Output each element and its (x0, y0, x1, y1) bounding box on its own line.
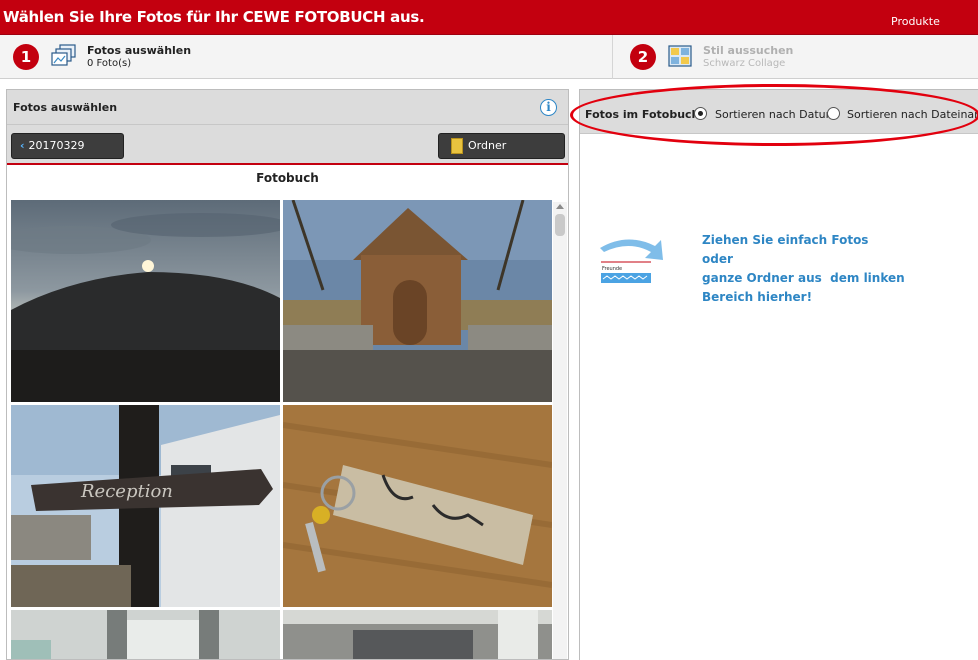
svg-text:Reception: Reception (80, 481, 173, 502)
photo-browser-panel: Fotos auswählen i ‹20170329 Island Ordne… (6, 89, 569, 660)
info-icon[interactable]: i (540, 99, 557, 116)
photo-thumbnail-sunset[interactable] (11, 200, 280, 402)
scroll-up-icon[interactable] (556, 204, 564, 209)
photo-browser-title: Fotos auswählen (13, 101, 118, 114)
sort-by-date-label[interactable]: Sortieren nach Datum (715, 108, 836, 121)
photo-browser-header: Fotos auswählen i (7, 90, 568, 125)
photo-thumbnail-interior[interactable] (283, 610, 552, 660)
step-2-subtitle: Schwarz Collage (703, 58, 786, 69)
app-window: Wählen Sie Ihre Fotos für Ihr CEWE FOTOB… (0, 0, 978, 660)
photo-scrollbar[interactable] (553, 202, 567, 659)
photobook-panel: Fotos im Fotobuch Sortieren nach Datum S… (579, 89, 978, 660)
page-title: Wählen Sie Ihre Fotos für Ihr CEWE FOTOB… (3, 8, 425, 26)
title-bar: Wählen Sie Ihre Fotos für Ihr CEWE FOTOB… (0, 0, 978, 35)
photo-thumbnail-reception[interactable]: Reception (11, 405, 280, 607)
back-folder-button[interactable]: ‹20170329 Island (11, 133, 124, 176)
steps-divider (612, 35, 613, 79)
step-2-number[interactable]: 2 (630, 44, 656, 70)
step-1-subtitle: 0 Foto(s) (87, 58, 132, 69)
photobook-header: Fotos im Fotobuch Sortieren nach Datum S… (580, 90, 978, 134)
photos-stack-icon[interactable] (51, 43, 77, 69)
photo-thumbnail-key[interactable] (283, 405, 552, 607)
folder-icon (451, 138, 463, 154)
sort-by-date-radio[interactable] (694, 107, 707, 120)
chevron-left-icon: ‹ (20, 139, 25, 152)
photobook-title: Fotos im Fotobuch (585, 108, 700, 121)
steps-bar: 1 Fotos auswählen 0 Foto(s) 2 Stil aussu… (0, 35, 978, 79)
sort-by-filename-label[interactable]: Sortieren nach Dateiname (847, 108, 978, 121)
choose-folder-button[interactable]: Ordner auswählen (438, 133, 565, 176)
drop-icon-label: Freunde (602, 266, 622, 272)
products-menu[interactable]: Produkte (891, 15, 940, 28)
step-2-title[interactable]: Stil aussuchen (703, 44, 793, 57)
scroll-thumb[interactable] (555, 214, 565, 236)
drop-hint-line-2: ganze Ordner aus dem linken (702, 271, 905, 285)
sort-by-filename-radio[interactable] (827, 107, 840, 120)
step-1-number[interactable]: 1 (13, 44, 39, 70)
drag-drop-illustration-icon: Freunde (600, 239, 663, 283)
photo-thumbnail-hut[interactable] (283, 200, 552, 402)
photo-browser-toolbar: ‹20170329 Island Ordner auswählen (7, 125, 568, 176)
drop-hint-text: Ziehen Sie einfach Fotos oder ganze Ordn… (702, 231, 905, 307)
album-section-title: Fotobuch (7, 167, 568, 189)
drop-hint-line-1: Ziehen Sie einfach Fotos oder (702, 233, 869, 266)
step-1-title[interactable]: Fotos auswählen (87, 44, 191, 57)
drop-hint-line-3: Bereich hierher! (702, 290, 813, 304)
style-collage-icon[interactable] (668, 45, 692, 67)
photo-thumbnail-window[interactable] (11, 610, 280, 660)
